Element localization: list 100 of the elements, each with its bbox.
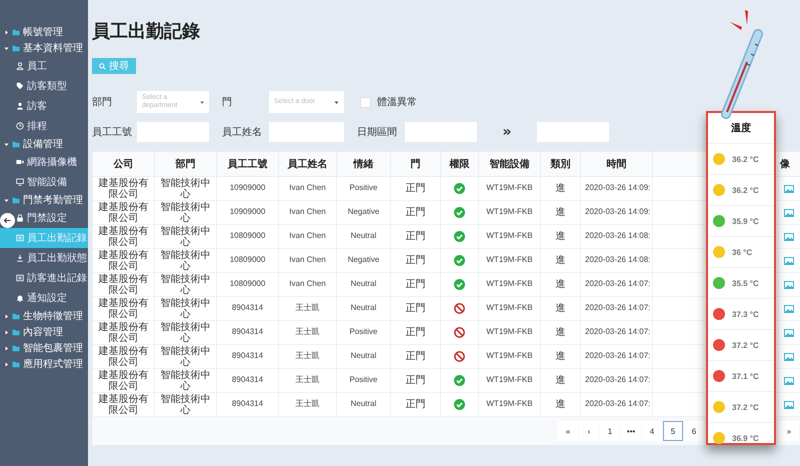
table-cell: 王士凱 xyxy=(296,303,320,312)
table-cell: 2020-03-26 14:08: xyxy=(585,231,650,240)
table-cell: 建基股份有限公司 xyxy=(98,250,148,272)
column-header: 溫度 xyxy=(730,121,752,136)
sidebar-item[interactable]: 訪客進出記錄 xyxy=(16,268,87,288)
table-cell: Neutral xyxy=(350,351,376,360)
page-button[interactable]: 4 xyxy=(642,421,662,441)
page-button[interactable]: » xyxy=(779,421,799,441)
table-cell: 建基股份有限公司 xyxy=(98,226,148,248)
checkbox-label: 體溫異常 xyxy=(377,96,417,109)
page-button[interactable]: 1 xyxy=(600,421,620,441)
checkbox[interactable] xyxy=(360,96,371,108)
sidebar-item[interactable]: 訪客 xyxy=(16,96,47,116)
table-cell: 8904314 xyxy=(232,375,264,384)
page-button[interactable]: ••• xyxy=(621,421,641,441)
bell-icon xyxy=(16,294,24,302)
table-cell: 8904314 xyxy=(232,327,264,336)
image-icon xyxy=(784,328,794,338)
table-cell: 正門 xyxy=(406,207,426,218)
search-icon xyxy=(99,62,106,70)
table-cell: 王士凱 xyxy=(296,327,320,336)
sidebar-item[interactable]: 員工出勤狀態 xyxy=(16,248,87,268)
sidebar-item[interactable]: 門禁設定 xyxy=(16,208,67,228)
table-cell: WT19M-FKB xyxy=(486,399,533,408)
table-cell: 智能技術中心 xyxy=(160,202,210,224)
sidebar-group[interactable]: 門禁考勤管理 xyxy=(23,193,83,207)
sidebar-item[interactable]: 網路攝像機 xyxy=(16,152,77,172)
table-cell: 10909000 xyxy=(230,207,266,216)
date-field[interactable] xyxy=(405,122,477,142)
table-cell: 10909000 xyxy=(230,183,266,192)
sidebar-item[interactable]: 排程 xyxy=(16,116,47,136)
input-field[interactable] xyxy=(269,122,344,142)
table-cell: 8904314 xyxy=(232,303,264,312)
table-cell: 2020-03-26 14:07: xyxy=(585,351,650,360)
table-cell: 智能技術中心 xyxy=(160,322,210,344)
page-button[interactable]: ‹ xyxy=(579,421,599,441)
column-header: 時間 xyxy=(580,152,652,176)
date-field[interactable] xyxy=(537,122,609,142)
sidebar-group[interactable]: 基本資料管理 xyxy=(23,41,83,55)
table-cell: 智能技術中心 xyxy=(160,178,210,200)
column-header: 權限 xyxy=(440,152,478,176)
table-cell: 2020-03-26 14:07: xyxy=(585,399,650,408)
table-cell: Neutral xyxy=(350,231,376,240)
table-cell: 2020-03-26 14:07: xyxy=(585,303,650,312)
table-cell: 正門 xyxy=(406,255,426,266)
table-cell: WT19M-FKB xyxy=(486,279,533,288)
page-button[interactable]: 6 xyxy=(684,421,704,441)
image-icon xyxy=(784,400,794,410)
page-button[interactable]: 5 xyxy=(663,421,683,441)
range-separator: » xyxy=(501,124,513,140)
table-cell: 2020-03-26 14:09: xyxy=(585,207,650,216)
table-cell: 建基股份有限公司 xyxy=(98,346,148,368)
table-cell: 進 xyxy=(556,399,566,410)
clock-icon xyxy=(16,122,24,130)
column-header: 像 xyxy=(778,152,800,176)
sidebar-group[interactable]: 內容管理 xyxy=(23,325,63,339)
sidebar-item[interactable]: 員工 xyxy=(16,56,47,76)
page-button[interactable]: « xyxy=(558,421,578,441)
field-label: 員工姓名 xyxy=(221,126,263,139)
table-cell: Positive xyxy=(349,183,378,192)
image-icon xyxy=(784,376,794,386)
table-cell: 進 xyxy=(556,183,566,194)
table-cell: Ivan Chen xyxy=(289,255,326,264)
table-cell: 正門 xyxy=(406,303,426,314)
sidebar-item[interactable]: 智能設備 xyxy=(16,172,67,192)
input-field[interactable] xyxy=(137,122,209,142)
table-cell: 2020-03-26 14:09: xyxy=(585,183,650,192)
temperature-value: 36.2 °C xyxy=(732,154,759,164)
image-icon xyxy=(784,232,794,242)
table-cell: 8904314 xyxy=(232,399,264,408)
table-cell: 正門 xyxy=(406,183,426,194)
sidebar-group[interactable]: 應用程式管理 xyxy=(23,357,83,371)
sidebar-group[interactable]: 帳號管理 xyxy=(23,25,63,39)
table-cell: WT19M-FKB xyxy=(486,303,533,312)
sidebar-group[interactable]: 智能包裹管理 xyxy=(23,341,83,355)
temperature-value: 36 °C xyxy=(732,248,752,256)
sidebar-item[interactable]: 訪客類型 xyxy=(16,76,67,96)
table-cell: WT19M-FKB xyxy=(486,183,533,192)
table-cell: 10809000 xyxy=(230,279,266,288)
caret-down-icon xyxy=(200,100,204,104)
image-icon xyxy=(784,280,794,290)
table-cell: 進 xyxy=(556,303,566,314)
table-cell: 進 xyxy=(556,255,566,266)
image-icon xyxy=(784,304,794,314)
person-icon xyxy=(16,62,24,70)
table-cell: 智能技術中心 xyxy=(160,346,210,368)
table-cell: 王士凱 xyxy=(296,351,320,360)
table-cell: 進 xyxy=(556,231,566,242)
list-icon xyxy=(16,274,24,282)
table-cell: 進 xyxy=(556,375,566,386)
sidebar-group[interactable]: 生物特徵管理 xyxy=(23,309,83,323)
table-cell: 智能技術中心 xyxy=(160,250,210,272)
table-cell: WT19M-FKB xyxy=(486,351,533,360)
column-header: 公司 xyxy=(92,152,154,176)
sidebar-group[interactable]: 設備管理 xyxy=(23,137,63,151)
column-header: 門 xyxy=(390,152,440,176)
monitor-icon xyxy=(16,178,24,186)
image-icon xyxy=(784,256,794,266)
image-icon xyxy=(784,184,794,194)
sidebar-item[interactable]: 通知設定 xyxy=(16,288,67,308)
